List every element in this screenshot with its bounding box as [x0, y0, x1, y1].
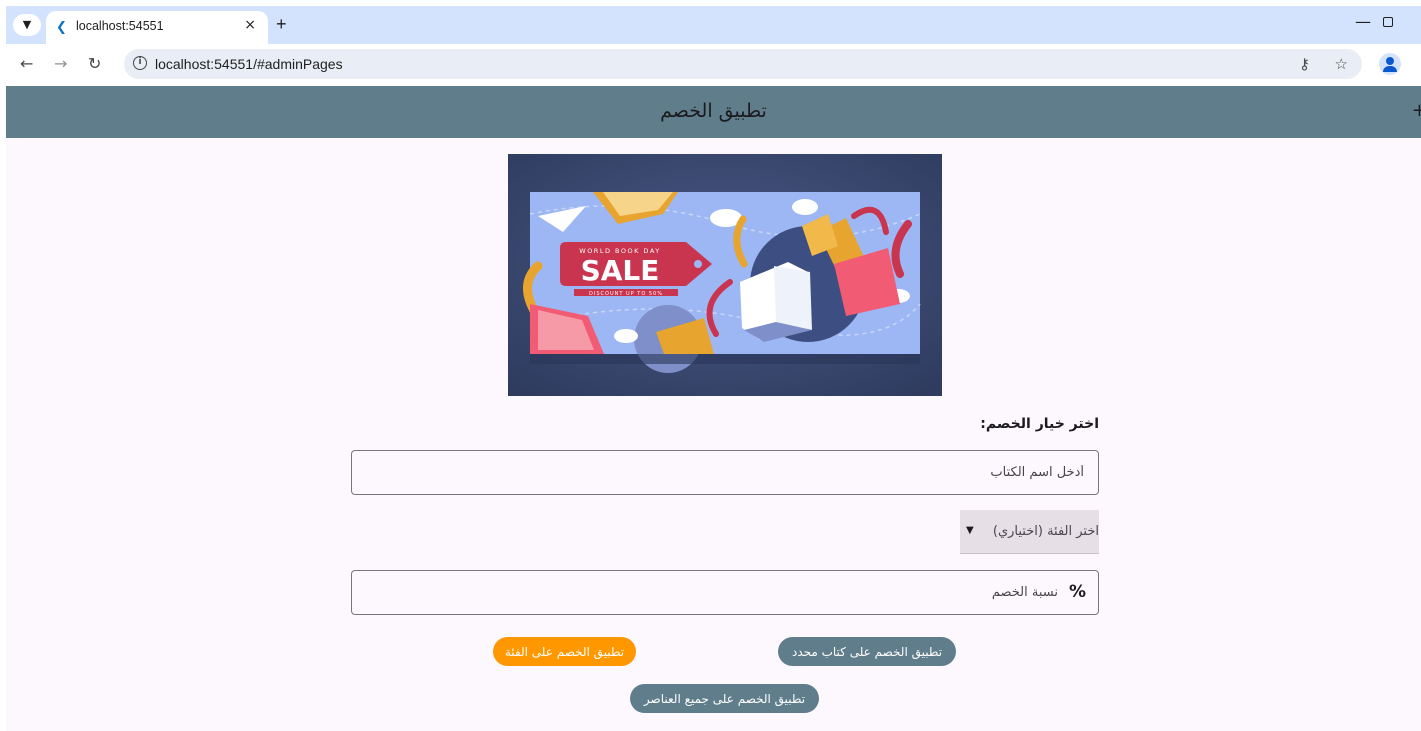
app-bar: تطبيق الخصم + [6, 86, 1421, 138]
maximize-button[interactable] [1383, 17, 1393, 27]
banner-illustration: WORLD BOOK DAY SALE DISCOUNT UP TO 50% [508, 154, 942, 396]
tab-search-icon[interactable]: ▼ [13, 14, 41, 36]
profile-icon[interactable] [1379, 53, 1401, 75]
banner-sale-text: SALE [581, 254, 660, 287]
discount-percent-input[interactable] [352, 571, 1098, 614]
browser-toolbar: ← → ↻ i localhost:54551/#adminPages ⚷ ☆ [6, 44, 1421, 86]
reload-icon[interactable]: ↻ [88, 54, 101, 73]
minimize-button[interactable]: — [1355, 12, 1371, 31]
apply-category-discount-button[interactable]: تطبيق الخصم على الفئة [493, 637, 636, 666]
flutter-favicon-icon: ❮ [56, 20, 67, 35]
forward-arrow-icon[interactable]: → [54, 54, 67, 73]
dropdown-arrow-icon: ▼ [966, 525, 974, 536]
tab-title: localhost:54551 [76, 19, 164, 33]
percent-icon: % [1068, 582, 1086, 602]
page-content: تطبيق الخصم + WORLD BOOK DAY SALE DISCOU… [6, 86, 1421, 731]
banner-tag-bottom: DISCOUNT UP TO 50% [589, 291, 663, 297]
address-bar[interactable]: i localhost:54551/#adminPages ⚷ ☆ [124, 49, 1362, 79]
new-tab-button[interactable]: + [276, 14, 287, 34]
browser-window: ▼ ❮ localhost:54551 × + — ← → ↻ i localh… [6, 6, 1421, 731]
appbar-action-icon[interactable]: + [1412, 100, 1421, 121]
key-icon[interactable]: ⚷ [1299, 55, 1310, 73]
tab-close-icon[interactable]: × [244, 17, 256, 33]
discount-percent-field[interactable]: % [351, 570, 1099, 615]
book-name-input[interactable] [352, 451, 1098, 494]
browser-tab[interactable]: ❮ localhost:54551 × [46, 11, 268, 44]
book-name-field[interactable] [351, 450, 1099, 495]
apply-all-discount-button[interactable]: تطبيق الخصم على جميع العناصر [630, 684, 819, 713]
info-icon[interactable]: i [133, 56, 147, 70]
tab-strip: ▼ ❮ localhost:54551 × + — [6, 6, 1421, 44]
category-dropdown[interactable]: اختر الفئة (اختياري) ▼ [960, 510, 1099, 554]
url-text[interactable]: localhost:54551/#adminPages [155, 56, 343, 72]
back-arrow-icon[interactable]: ← [20, 54, 33, 73]
category-dropdown-text: اختر الفئة (اختياري) [992, 524, 1099, 539]
sale-banner-image: WORLD BOOK DAY SALE DISCOUNT UP TO 50% [508, 154, 942, 396]
discount-option-label: اختر خيار الخصم: [980, 416, 1099, 432]
app-title: تطبيق الخصم [660, 100, 767, 122]
star-icon[interactable]: ☆ [1335, 55, 1348, 73]
apply-book-discount-button[interactable]: تطبيق الخصم على كتاب محدد [778, 637, 956, 666]
